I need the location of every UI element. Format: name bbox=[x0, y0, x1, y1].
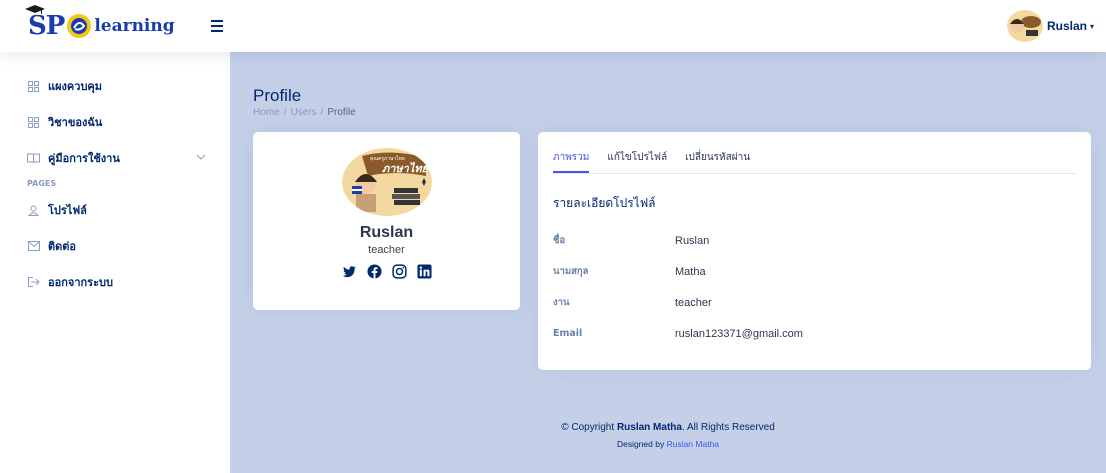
detail-value: teacher bbox=[675, 296, 712, 309]
avatar-small-text: คุณครูภาษาไทย bbox=[370, 155, 405, 162]
detail-row-firstname: ชื่อ Ruslan bbox=[553, 225, 1076, 256]
tab-overview[interactable]: ภาพรวม bbox=[553, 150, 590, 173]
logout-icon bbox=[27, 276, 40, 289]
sidebar-item-label: วิชาของฉัน bbox=[48, 116, 103, 129]
sidebar-item-label: ออกจากระบบ bbox=[48, 276, 113, 289]
book-icon bbox=[27, 152, 40, 165]
linkedin-icon[interactable] bbox=[416, 264, 432, 279]
sunflower-icon bbox=[67, 14, 92, 38]
sidebar-item-manual[interactable]: คู่มือการใช้งาน bbox=[0, 140, 230, 176]
sidebar-item-my-courses[interactable]: วิชาของฉัน bbox=[0, 104, 230, 140]
profile-name: Ruslan bbox=[359, 224, 414, 241]
sidebar-heading: PAGES bbox=[27, 179, 57, 188]
top-header: SP learning Ruslan ▾ bbox=[0, 0, 1106, 52]
profile-tabs: ภาพรวม แก้ไขโปรไฟล์ เปลี่ยนรหัสผ่าน bbox=[553, 132, 1076, 174]
breadcrumb-home[interactable]: Home bbox=[253, 107, 280, 118]
tab-edit-profile[interactable]: แก้ไขโปรไฟล์ bbox=[607, 150, 667, 173]
sidebar: แผงควบคุม วิชาของฉัน คู่มือการใช้งาน PAG… bbox=[0, 52, 230, 473]
user-menu[interactable]: Ruslan ▾ bbox=[1006, 10, 1094, 42]
detail-row-lastname: นามสกุล Matha bbox=[553, 256, 1076, 287]
breadcrumb-current: Profile bbox=[327, 107, 356, 118]
designer-link[interactable]: Ruslan Matha bbox=[667, 439, 719, 449]
menu-toggle-icon[interactable] bbox=[206, 14, 228, 36]
logo[interactable]: SP learning bbox=[25, 5, 175, 44]
detail-label: Email bbox=[553, 328, 583, 339]
grid-icon bbox=[27, 80, 40, 93]
profile-role: teacher bbox=[368, 244, 405, 256]
sidebar-item-label: โปรไฟล์ bbox=[48, 204, 87, 217]
detail-value: ruslan123371@gmail.com bbox=[675, 327, 803, 340]
logo-learning-text: learning bbox=[94, 16, 175, 36]
sidebar-item-profile[interactable]: โปรไฟล์ bbox=[0, 192, 230, 228]
sidebar-item-label: คู่มือการใช้งาน bbox=[48, 152, 120, 165]
detail-value: Matha bbox=[675, 265, 706, 278]
copyright: © Copyright Ruslan Matha. All Rights Res… bbox=[561, 422, 775, 433]
sidebar-item-contact[interactable]: ติดต่อ bbox=[0, 228, 230, 264]
detail-label: ชื่อ bbox=[553, 235, 566, 246]
profile-card: คุณครูภาษาไทย ภาษาไทย Ruslan teacher bbox=[253, 132, 520, 310]
details-title: รายละเอียดโปรไฟล์ bbox=[553, 196, 656, 210]
profile-avatar: คุณครูภาษาไทย ภาษาไทย bbox=[341, 148, 432, 216]
chevron-down-icon: ▾ bbox=[1089, 21, 1094, 31]
social-links bbox=[253, 264, 520, 279]
page-title: Profile bbox=[253, 86, 302, 105]
graduation-cap-icon bbox=[25, 5, 45, 14]
sidebar-item-label: แผงควบคุม bbox=[48, 80, 103, 93]
detail-row-job: งาน teacher bbox=[553, 287, 1076, 318]
details-list: ชื่อ Ruslan นามสกุล Matha งาน teacher Em… bbox=[553, 225, 1076, 349]
avatar-text: ภาษาไทย bbox=[382, 161, 430, 175]
main-content: Profile Home / Users / Profile คุณครูภาษาไทย… bbox=[230, 52, 1106, 473]
twitter-icon[interactable] bbox=[342, 264, 357, 279]
detail-value: Ruslan bbox=[675, 234, 710, 247]
sidebar-item-logout[interactable]: ออกจากระบบ bbox=[0, 264, 230, 300]
chevron-down-icon[interactable] bbox=[196, 152, 206, 162]
user-name: Ruslan bbox=[1046, 19, 1087, 33]
detail-row-email: Email ruslan123371@gmail.com bbox=[553, 318, 1076, 349]
envelope-icon bbox=[27, 240, 40, 253]
credits: Designed by Ruslan Matha bbox=[616, 439, 720, 449]
avatar bbox=[1006, 10, 1043, 42]
breadcrumb: Home / Users / Profile bbox=[253, 107, 356, 118]
breadcrumb-users[interactable]: Users bbox=[290, 107, 316, 118]
detail-label: นามสกุล bbox=[553, 266, 589, 277]
detail-label: งาน bbox=[553, 297, 570, 308]
sidebar-item-dashboard[interactable]: แผงควบคุม bbox=[0, 68, 230, 104]
facebook-icon[interactable] bbox=[366, 264, 382, 279]
grid-icon bbox=[27, 116, 40, 129]
person-icon bbox=[27, 204, 40, 217]
instagram-icon[interactable] bbox=[391, 264, 407, 279]
sidebar-item-label: ติดต่อ bbox=[48, 240, 77, 253]
tab-change-password[interactable]: เปลี่ยนรหัสผ่าน bbox=[685, 150, 750, 173]
footer: © Copyright Ruslan Matha. All Rights Res… bbox=[230, 422, 1106, 449]
copyright-name: Ruslan Matha bbox=[616, 422, 682, 433]
profile-details-card: ภาพรวม แก้ไขโปรไฟล์ เปลี่ยนรหัสผ่าน รายล… bbox=[538, 132, 1091, 370]
